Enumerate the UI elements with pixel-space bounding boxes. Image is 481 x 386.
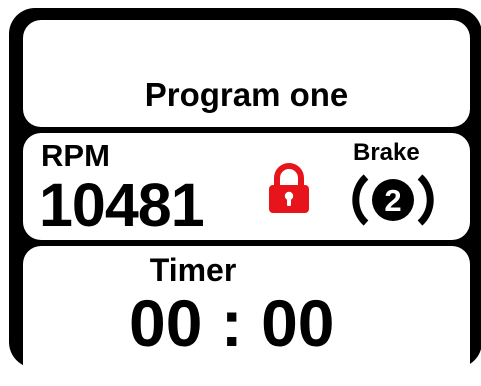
lock-icon (269, 163, 309, 213)
timer-panel: Timer 00 : 00 (23, 246, 470, 386)
program-name: Program one (144, 76, 349, 113)
status-panel: RPM 10481 Brake 2 (23, 133, 470, 240)
program-panel: Program one (23, 20, 470, 127)
timer-label: Timer (149, 252, 237, 288)
rpm-value: 10481 (39, 171, 205, 239)
brake-level: 2 (384, 183, 401, 218)
brake-warning-icon: 2 (352, 174, 434, 226)
dashboard-screen: Program one RPM 10481 Brake 2 Timer 00 :… (0, 0, 481, 386)
timer-value: 00 : 00 (129, 286, 335, 360)
rpm-label: RPM (41, 138, 110, 173)
brake-label: Brake (353, 139, 420, 166)
